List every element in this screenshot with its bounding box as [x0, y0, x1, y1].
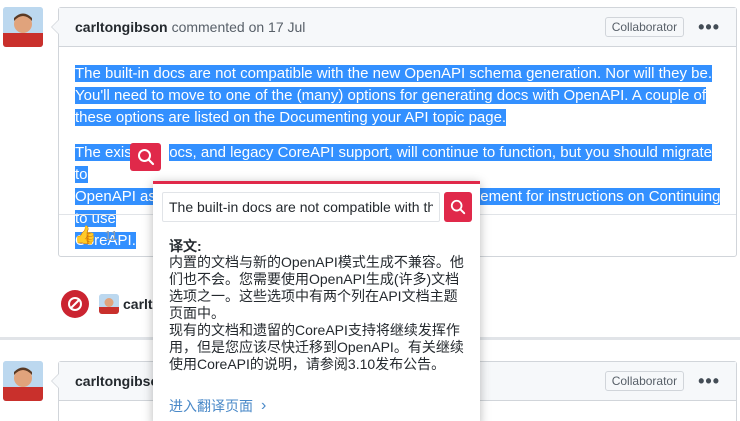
timeline-event: carlt — [61, 290, 153, 318]
comment-paragraph-1: The built-in docs are not compatible wit… — [75, 63, 722, 129]
translation-paragraph: 现有的文档和遗留的CoreAPI支持将继续发挥作用，但是您应该尽快迁移到Open… — [169, 322, 464, 372]
search-icon — [450, 199, 466, 215]
search-icon — [137, 149, 154, 166]
selected-text: ocs, and legacy CoreAPI support, will co… — [75, 144, 713, 183]
translation-label: 译文: — [169, 238, 202, 254]
avatar[interactable] — [99, 294, 119, 314]
translate-input[interactable] — [162, 192, 440, 222]
comment-timestamp[interactable]: commented on 17 Jul — [172, 19, 306, 35]
translation-paragraph: 内置的文档与新的OpenAPI模式生成不兼容。他们也不会。您需要使用OpenAP… — [169, 254, 464, 321]
event-author[interactable]: carlt — [123, 296, 153, 312]
link-label: 进入翻译页面 — [169, 398, 253, 414]
translation-popup: 译文: 内置的文档与新的OpenAPI模式生成不兼容。他们也不会。您需要使用Op… — [153, 181, 480, 421]
avatar[interactable] — [3, 7, 43, 47]
reaction-count: 11 — [104, 228, 118, 243]
open-translation-page-link[interactable]: 进入翻译页面 › — [169, 396, 266, 416]
more-options-icon[interactable]: ••• — [698, 18, 720, 36]
more-options-icon[interactable]: ••• — [698, 372, 720, 390]
comment-header: carltongibson commented on 17 Jul Collab… — [59, 8, 736, 47]
selected-text: OpenAPI as — [75, 188, 156, 205]
selected-text: The built-in docs are not compatible wit… — [75, 65, 713, 126]
collaborator-badge: Collaborator — [604, 371, 685, 391]
collaborator-badge: Collaborator — [604, 17, 685, 37]
avatar[interactable] — [3, 361, 43, 401]
translate-search-button[interactable] — [130, 143, 161, 171]
translation-text: 内置的文档与新的OpenAPI模式生成不兼容。他们也不会。您需要使用OpenAP… — [169, 254, 469, 373]
thumbs-up-icon[interactable]: 👍 — [74, 225, 96, 246]
chevron-right-icon: › — [261, 397, 267, 414]
comment-author[interactable]: carltongibson — [75, 19, 168, 35]
popup-search-button[interactable] — [444, 192, 472, 222]
blocked-icon — [61, 290, 89, 318]
